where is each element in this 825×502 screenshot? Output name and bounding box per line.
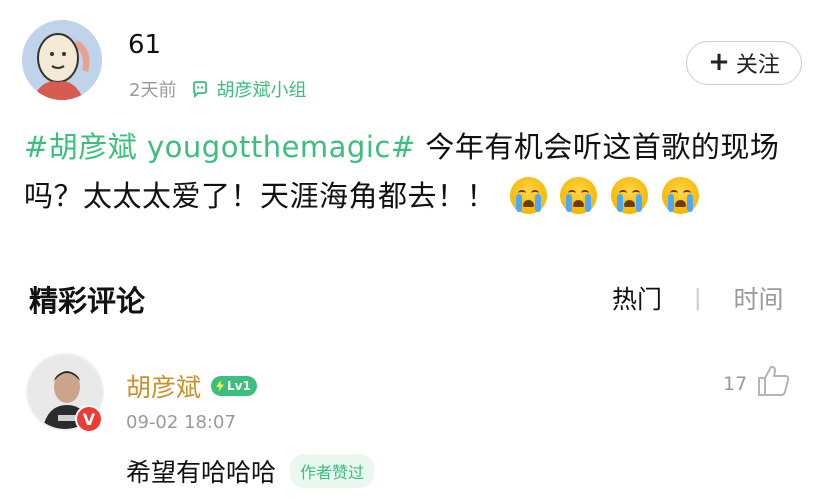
level-badge: Lv1 xyxy=(211,376,257,396)
follow-label: 关注 xyxy=(735,53,780,78)
plus-icon: + xyxy=(708,47,730,77)
sort-divider: | xyxy=(694,285,702,311)
comment-user: 胡彦斌 Lv1 xyxy=(126,368,257,404)
loudly-crying-face-icon xyxy=(661,176,699,214)
loudly-crying-face-icon xyxy=(509,176,547,214)
loudly-crying-face-icon xyxy=(560,176,598,214)
sort-hot-tab[interactable]: 热门 xyxy=(612,280,662,316)
author-liked-badge: 作者赞过 xyxy=(290,454,375,488)
like-count: 17 xyxy=(723,373,748,395)
post-avatar[interactable] xyxy=(22,20,102,100)
sort-time-tab[interactable]: 时间 xyxy=(733,280,783,316)
verified-badge: V xyxy=(75,405,103,433)
group-icon xyxy=(193,81,208,99)
comment-text: 希望有哈哈哈 xyxy=(126,458,277,487)
level-label: Lv1 xyxy=(227,379,251,393)
post-time: 2天前 xyxy=(129,80,177,101)
post-username[interactable]: 61 xyxy=(128,30,161,60)
follow-button[interactable]: + 关注 xyxy=(686,41,802,85)
lightning-icon xyxy=(216,380,225,392)
comment-username[interactable]: 胡彦斌 xyxy=(126,368,201,404)
hashtag-link[interactable]: #胡彦斌 yougotthemagic# xyxy=(24,130,416,164)
post-meta: 2天前 胡彦斌小组 xyxy=(129,76,306,102)
thumbs-up-icon[interactable] xyxy=(756,364,792,402)
group-name: 胡彦斌小组 xyxy=(216,80,307,101)
loudly-crying-face-icon xyxy=(611,176,649,214)
comments-section-title: 精彩评论 xyxy=(29,284,146,318)
comment-time: 09-02 18:07 xyxy=(126,412,236,433)
group-link[interactable]: 胡彦斌小组 xyxy=(190,76,306,102)
comment-body: 希望有哈哈哈 作者赞过 xyxy=(126,453,375,489)
comment-sort: 热门 | 时间 xyxy=(612,280,783,316)
post-content: #胡彦斌 yougotthemagic# 今年有机会听这首歌的现场吗？太太太爱了… xyxy=(24,123,814,221)
